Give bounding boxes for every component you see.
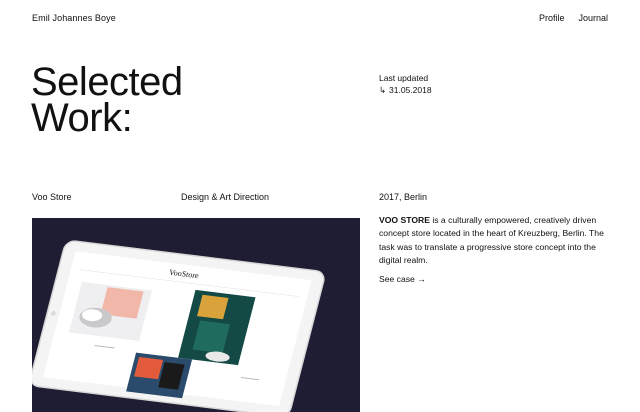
last-updated-value: ↳ 31.05.2018 [379, 84, 432, 96]
project-image[interactable]: VooStore [32, 218, 360, 412]
site-name-link[interactable]: Emil Johannes Boye [32, 13, 116, 23]
last-updated-date: 31.05.2018 [389, 85, 432, 95]
return-arrow-icon: ↳ [379, 85, 387, 95]
nav-journal-link[interactable]: Journal [578, 13, 608, 23]
project-client: Voo Store [32, 192, 72, 202]
project-description: VOO STORE is a culturally empowered, cre… [379, 214, 611, 268]
see-case-link[interactable]: See case → [379, 274, 426, 284]
last-updated-label: Last updated [379, 73, 429, 83]
last-updated: Last updated ↳ 31.05.2018 [379, 72, 432, 96]
page-title-line-2: Work: [31, 96, 133, 140]
tablet-mockup-illustration: VooStore [32, 240, 325, 412]
page-title: Selected Work: [31, 60, 183, 140]
main-nav: Profile Journal [539, 13, 608, 23]
nav-profile-link[interactable]: Profile [539, 13, 565, 23]
project-description-lead: VOO STORE [379, 215, 430, 225]
project-year-location: 2017, Berlin [379, 192, 428, 202]
page-title-line-1: Selected [31, 60, 183, 104]
project-discipline: Design & Art Direction [181, 192, 270, 202]
